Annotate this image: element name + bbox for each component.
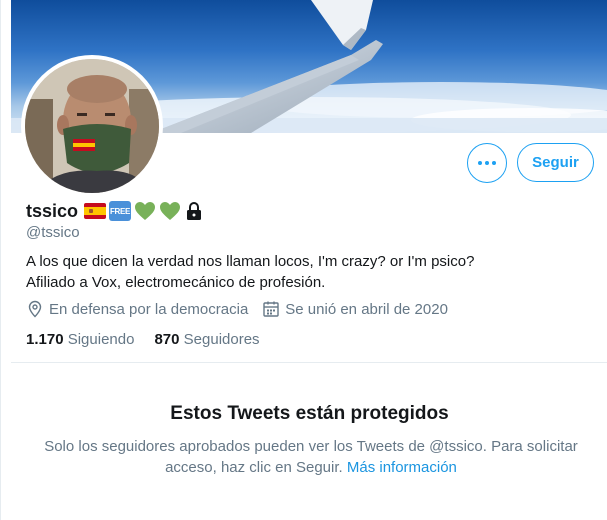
profile-handle: @tssico: [26, 224, 80, 241]
location-pin-icon: [28, 300, 42, 318]
location-text: En defensa por la democracia: [49, 300, 249, 318]
profile-joined: Se unió en abril de 2020: [262, 300, 448, 318]
following-link[interactable]: 1.170 Siguiendo: [26, 331, 134, 348]
calendar-icon: [263, 301, 279, 317]
profile-avatar[interactable]: [21, 55, 163, 197]
follow-button[interactable]: Seguir: [517, 143, 594, 182]
followers-count: 870: [154, 330, 180, 348]
free-badge-icon: FREE: [109, 201, 132, 221]
protected-tweets-message: Solo los seguidores aprobados pueden ver…: [41, 436, 581, 478]
green-heart-icon: [135, 202, 156, 220]
bio-line: Afiliado a Vox, electromecánico de profe…: [26, 274, 326, 291]
display-name: tssico: [26, 200, 79, 221]
more-dots-icon: [478, 161, 496, 165]
section-divider: [11, 362, 607, 363]
more-info-link[interactable]: Más información: [347, 459, 457, 476]
profile-name-row: tssico FREE: [26, 200, 204, 222]
following-label: Siguiendo: [67, 330, 135, 348]
followers-link[interactable]: 870 Seguidores: [154, 331, 259, 348]
green-heart-icon: [160, 202, 181, 220]
profile-page: Seguir tssico FREE @tssico A los que dic…: [0, 0, 607, 520]
spain-flag-icon: [84, 203, 107, 219]
followers-label: Seguidores: [183, 330, 260, 348]
protected-tweets-text: Solo los seguidores aprobados pueden ver…: [44, 438, 578, 476]
avatar-photo: [25, 59, 159, 193]
protected-tweets-title: Estos Tweets están protegidos: [170, 403, 449, 424]
profile-meta: En defensa por la democracia Se unió en …: [26, 299, 462, 319]
profile-counts: 1.170 Siguiendo 870 Seguidores: [26, 329, 280, 349]
joined-text: Se unió en abril de 2020: [285, 300, 448, 318]
lock-icon: [187, 202, 202, 220]
following-count: 1.170: [26, 330, 64, 348]
profile-location: En defensa por la democracia: [26, 300, 248, 318]
more-options-button[interactable]: [467, 143, 507, 183]
profile-bio: A los que dicen la verdad nos llaman loc…: [26, 251, 586, 293]
bio-line: A los que dicen la verdad nos llaman loc…: [26, 253, 475, 270]
